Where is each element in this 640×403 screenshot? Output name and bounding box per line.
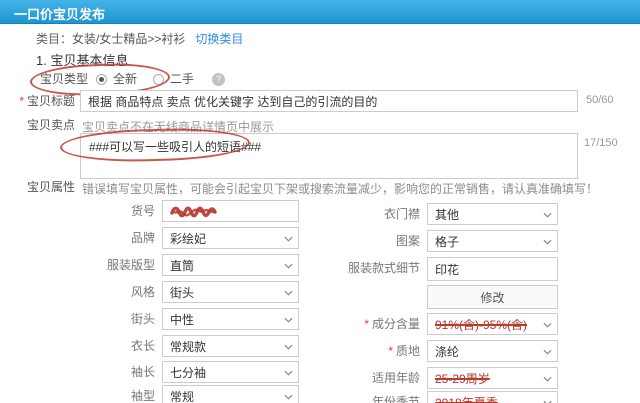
composition-select[interactable]: 91%(含)-95%(含) — [427, 313, 558, 335]
cut-type-select[interactable]: 直筒 — [162, 254, 299, 276]
field-label-cut-type: 服装版型 — [106, 258, 155, 272]
title-field-label: * 宝贝标题 — [19, 94, 75, 108]
title-input[interactable]: 根据 商品特点 卖点 优化关键字 达到自己的引流的目的 — [80, 90, 578, 112]
field-label-street: 街头 — [130, 312, 155, 326]
sleeve-type-select[interactable]: 常规 — [162, 385, 299, 403]
selling-point-textarea[interactable]: ###可以写一些吸引人的短语### — [80, 133, 578, 179]
scribbled-value: 2018年夏季 — [435, 395, 498, 403]
style-detail-input[interactable]: 印花 — [427, 257, 558, 281]
field-label-season-year: 年份季节 — [371, 395, 420, 403]
field-label-sleeve-length: 袖长 — [130, 365, 155, 379]
title-char-counter: 50/60 — [586, 94, 614, 106]
attributes-label: 宝贝属性 — [26, 180, 75, 194]
brand-select[interactable]: 彩绘妃 — [162, 227, 299, 249]
chevron-down-icon — [543, 349, 552, 355]
sleeve-length-select[interactable]: 七分袖 — [162, 361, 299, 383]
selling-point-char-counter: 17/150 — [584, 137, 618, 149]
radio-new-label[interactable]: 全新 — [113, 71, 137, 87]
selling-point-label: 宝贝卖点 — [26, 118, 75, 132]
required-asterisk: * — [388, 344, 393, 358]
field-label-style-detail: 服装款式细节 — [347, 261, 420, 275]
street-select[interactable]: 中性 — [162, 308, 299, 330]
field-label-pattern: 图案 — [395, 234, 420, 248]
chevron-down-icon — [543, 212, 552, 218]
pattern-select[interactable]: 格子 — [427, 230, 558, 252]
chevron-down-icon — [284, 344, 293, 350]
field-label-composition: * 成分含量 — [364, 317, 420, 331]
field-label-garment-length: 衣长 — [130, 339, 155, 353]
chevron-down-icon — [284, 290, 293, 296]
help-icon[interactable]: ? — [212, 72, 226, 86]
chevron-down-icon — [284, 370, 293, 376]
page-title: 一口价宝贝发布 — [14, 7, 106, 22]
field-label-brand: 品牌 — [130, 231, 155, 245]
page-header: 一口价宝贝发布 — [0, 0, 640, 24]
chevron-down-icon — [284, 263, 293, 269]
category-path: 女装/女士精品>>衬衫 — [72, 32, 186, 46]
switch-category-link[interactable]: 切换类目 — [195, 32, 243, 46]
radio-used[interactable] — [153, 73, 165, 85]
category-label: 类目： — [36, 32, 73, 46]
garment-length-select[interactable]: 常规款 — [162, 335, 299, 357]
chevron-down-icon — [284, 394, 293, 400]
field-label-sleeve-type: 袖型 — [130, 389, 155, 403]
item-type-options: 全新 二手 ? — [96, 71, 226, 87]
radio-used-label[interactable]: 二手 — [170, 71, 194, 87]
required-asterisk: * — [19, 94, 24, 108]
field-label-material: * 质地 — [388, 344, 420, 358]
radio-new[interactable] — [96, 73, 107, 85]
field-label-item-number: 货号 — [130, 204, 155, 218]
item-type-label: 宝贝类型 — [40, 72, 89, 86]
placket-select[interactable]: 其他 — [427, 203, 558, 225]
age-range-select[interactable]: 25-29周岁 — [427, 367, 558, 389]
attributes-warning: 错误填写宝贝属性，可能会引起宝贝下架或搜索流量减少，影响您的正常销售，请认真准确… — [82, 182, 599, 196]
season-year-select[interactable]: 2018年夏季 — [427, 391, 558, 403]
scribbled-value: 25-29周岁 — [435, 371, 490, 386]
scribbled-value: 91%(含)-95%(含) — [435, 317, 528, 332]
product-publish-page: 一口价宝贝发布 类目：女装/女士精品>>衬衫 切换类目 1. 宝贝基本信息 宝贝类… — [0, 0, 640, 403]
required-asterisk: * — [364, 317, 369, 331]
red-scribble-redaction — [170, 206, 217, 218]
chevron-down-icon — [543, 376, 552, 382]
field-label-placket: 衣门襟 — [383, 207, 420, 221]
chevron-down-icon — [284, 236, 293, 242]
chevron-down-icon — [543, 239, 552, 245]
chevron-down-icon — [543, 322, 552, 328]
material-select[interactable]: 涤纶 — [427, 340, 558, 362]
item-number-input[interactable] — [162, 200, 299, 222]
style-select[interactable]: 街头 — [162, 281, 299, 303]
modify-button[interactable]: 修改 — [427, 285, 558, 309]
section-title-basic-info: 1. 宝贝基本信息 — [36, 53, 129, 68]
chevron-down-icon — [284, 317, 293, 323]
breadcrumb: 类目：女装/女士精品>>衬衫 切换类目 — [36, 30, 243, 47]
field-label-style: 风格 — [130, 285, 155, 299]
field-label-age-range: 适用年龄 — [371, 371, 420, 385]
